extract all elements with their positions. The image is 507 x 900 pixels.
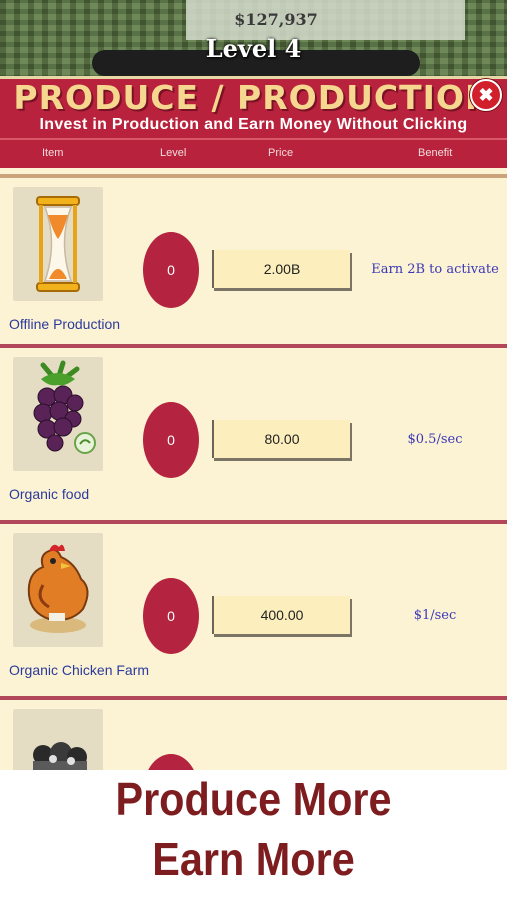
item-name: Offline Production [9, 316, 121, 332]
blackberry-icon [33, 360, 96, 454]
item-benefit: $0.5/sec [407, 432, 463, 447]
item-thumbnail [13, 533, 103, 647]
item-level [143, 754, 199, 770]
item-thumbnail [13, 357, 103, 471]
item-thumbnail [13, 187, 103, 301]
column-price: Price [268, 147, 294, 159]
buy-button[interactable]: 80.00 [212, 420, 350, 458]
item-level: 0 [143, 578, 199, 654]
item-level: 0 [143, 402, 199, 478]
column-item: Item [42, 147, 64, 159]
list-item: Organic food 0 80.00 $0.5/sec [0, 344, 507, 520]
item-benefit: $1/sec [413, 608, 457, 623]
item-thumbnail [13, 709, 103, 770]
list-item [0, 696, 507, 770]
item-name: Organic Chicken Farm [9, 662, 150, 678]
item-name: Organic food [9, 486, 90, 502]
buy-button[interactable]: 2.00B [212, 250, 350, 288]
promo-line-1: Produce More [115, 773, 392, 825]
promo-line-2: Earn More [152, 833, 355, 885]
close-icon: ✖ [478, 85, 494, 105]
column-level: Level [160, 147, 187, 159]
list-item: Offline Production 0 2.00B Earn 2B to ac… [0, 174, 507, 350]
close-button[interactable]: ✖ [470, 79, 502, 111]
column-benefit: Benefit [418, 147, 453, 159]
panel-subtitle: Invest in Production and Earn Money With… [39, 116, 468, 133]
panel-title: PRODUCE / PRODUCTION [13, 78, 494, 117]
column-headers: Item Level Price Benefit [0, 138, 507, 170]
level-label: Level 4 [205, 34, 302, 63]
list-item: Organic Chicken Farm 0 400.00 $1/sec [0, 520, 507, 696]
buy-button[interactable]: 400.00 [212, 596, 350, 634]
item-level: 0 [143, 232, 199, 308]
chicken-icon [27, 544, 89, 633]
item-benefit: Earn 2B to activate [371, 262, 499, 277]
cows-icon [33, 742, 87, 770]
production-list[interactable]: Offline Production 0 2.00B Earn 2B to ac… [0, 168, 507, 770]
hourglass-icon [36, 196, 80, 292]
promo-banner: Produce More Earn More [0, 770, 507, 900]
